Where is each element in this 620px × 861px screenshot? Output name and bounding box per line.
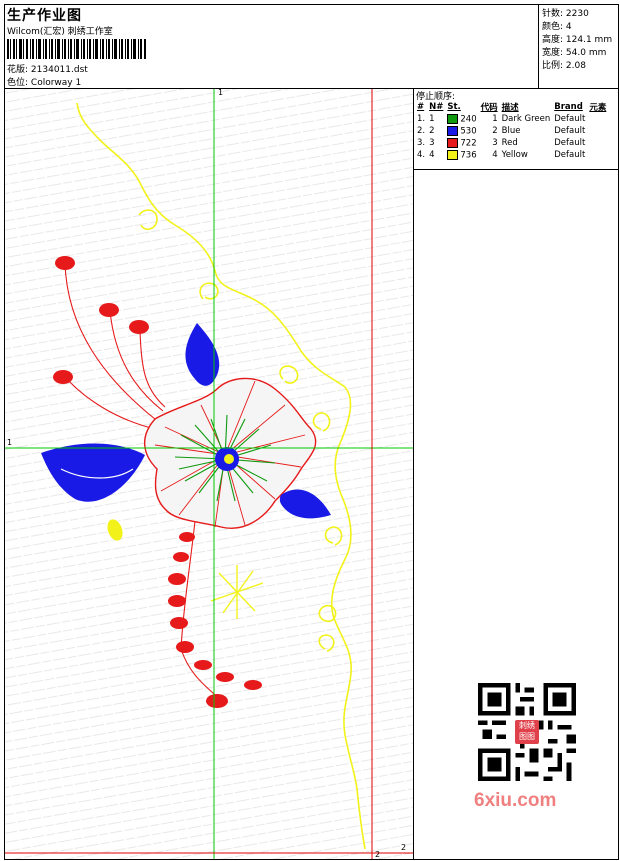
guide-label-left: 1 — [7, 438, 12, 447]
stop-sequence-panel: 停止顺序: # N# St. 代码 描述 Brand 元素 1. 1 240 1… — [414, 88, 619, 170]
watermark-text: 6xiu.com — [474, 790, 557, 811]
guide-label-top: 1 — [218, 89, 223, 97]
design-stats: 针数: 2230 颜色: 4 高度: 124.1 mm 宽度: 54.0 mm … — [538, 4, 619, 88]
stop-sequence-table: # N# St. 代码 描述 Brand 元素 1. 1 240 1 Dark … — [415, 101, 608, 161]
guide-label-bottom-b: 2 — [401, 843, 406, 852]
col-brand: Brand — [554, 102, 583, 112]
sheet-header: 生产作业图 Wilcom(汇宏) 刺绣工作室 花版: 2134011.dst 色… — [4, 4, 539, 88]
yellow-flower-eye — [224, 454, 234, 464]
stat-width: 宽度: 54.0 mm — [542, 48, 607, 58]
stat-scale: 比例: 2.08 — [542, 61, 586, 71]
col-code: 代码 — [480, 103, 498, 113]
stat-stitches: 针数: 2230 — [542, 9, 589, 19]
table-row: 2. 2 530 2 Blue Default — [417, 125, 586, 137]
embroidery-design-canvas: 1 1 2 2 — [5, 89, 413, 859]
colorway-row: 色位: Colorway 1 — [7, 75, 81, 88]
company-name: Wilcom(汇宏) 刺绣工作室 — [7, 27, 113, 37]
table-row: 1. 1 240 1 Dark Green Default — [417, 113, 586, 125]
colorway-value: Colorway 1 — [30, 78, 82, 88]
design-file-row: 花版: 2134011.dst — [7, 62, 88, 75]
stat-height: 高度: 124.1 mm — [542, 35, 613, 45]
color-swatch — [447, 113, 459, 124]
guide-label-bottom-a: 2 — [375, 850, 380, 859]
barcode-icon — [7, 39, 146, 59]
design-file-label: 花版: — [7, 65, 29, 75]
col-stitches: St. — [447, 102, 461, 112]
sheet-title: 生产作业图 — [7, 8, 82, 24]
col-description: 描述 — [501, 103, 519, 113]
table-row: 4. 4 736 4 Yellow Default — [417, 149, 586, 161]
seal-logo: 刺绣 图图 — [515, 720, 539, 744]
color-swatch — [447, 149, 459, 160]
color-swatch — [447, 137, 459, 148]
col-needle: N# — [429, 102, 444, 112]
stat-colors: 颜色: 4 — [542, 22, 572, 32]
color-swatch — [447, 125, 459, 136]
col-element: 元素 — [589, 103, 607, 113]
table-row: 3. 3 722 3 Red Default — [417, 137, 586, 149]
stop-sequence-header-row: # N# St. 代码 描述 Brand 元素 — [415, 101, 608, 113]
colorway-label: 色位: — [7, 78, 29, 88]
col-index: # — [417, 102, 425, 112]
design-file-value: 2134011.dst — [30, 65, 88, 75]
